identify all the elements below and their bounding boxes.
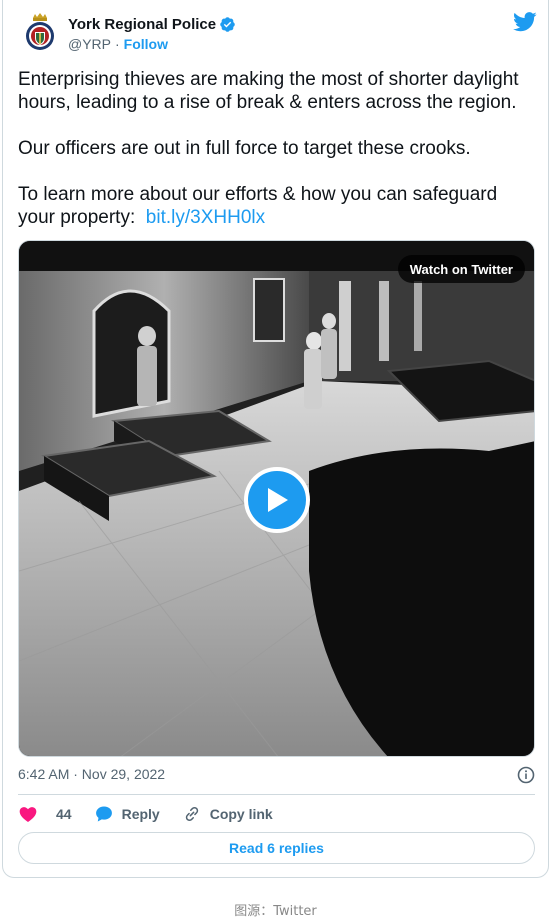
link-icon: [185, 806, 198, 822]
author-handle[interactable]: @YRP: [68, 36, 111, 52]
reply-button[interactable]: Reply: [94, 804, 160, 824]
police-badge-avatar[interactable]: [22, 12, 58, 54]
follow-button[interactable]: Follow: [124, 36, 168, 52]
play-icon: [268, 488, 288, 512]
like-button[interactable]: 44: [18, 804, 72, 824]
read-replies-button[interactable]: Read 6 replies: [18, 832, 535, 864]
reply-bubble-icon: [95, 806, 112, 822]
like-count: 44: [56, 806, 72, 822]
reply-label: Reply: [121, 806, 160, 822]
play-button[interactable]: [244, 467, 310, 533]
copy-link-label: Copy link: [209, 806, 273, 822]
watch-on-twitter-button[interactable]: Watch on Twitter: [397, 255, 525, 283]
tweet-paragraph: Our officers are out in full force to ta…: [18, 138, 471, 159]
author-name[interactable]: York Regional Police: [68, 16, 216, 33]
info-icon[interactable]: [517, 766, 535, 784]
separator-dot: ·: [115, 36, 120, 52]
video-player[interactable]: Watch on Twitter: [18, 240, 535, 757]
tweet-header: York Regional Police @YRP · Follow: [22, 12, 537, 56]
divider: [18, 794, 535, 795]
tweet-actions: 44 Reply Copy link: [18, 802, 295, 826]
tweet-meta: 6:42 AM · Nov 29, 2022: [18, 766, 535, 786]
tweet-body: Enterprising thieves are making the most…: [18, 68, 533, 229]
tweet-paragraph: To learn more about our efforts & how yo…: [18, 183, 533, 229]
tweet-link[interactable]: bit.ly/3XHH0lx: [146, 207, 265, 228]
twitter-bird-icon[interactable]: [513, 12, 537, 32]
tweet-paragraph: Enterprising thieves are making the most…: [18, 69, 519, 113]
tweet-timestamp[interactable]: 6:42 AM · Nov 29, 2022: [18, 766, 165, 782]
copy-link-button[interactable]: Copy link: [182, 804, 273, 824]
verified-badge-icon: [219, 16, 236, 33]
heart-icon: [19, 807, 37, 822]
image-caption: 图源：Twitter: [234, 904, 317, 919]
